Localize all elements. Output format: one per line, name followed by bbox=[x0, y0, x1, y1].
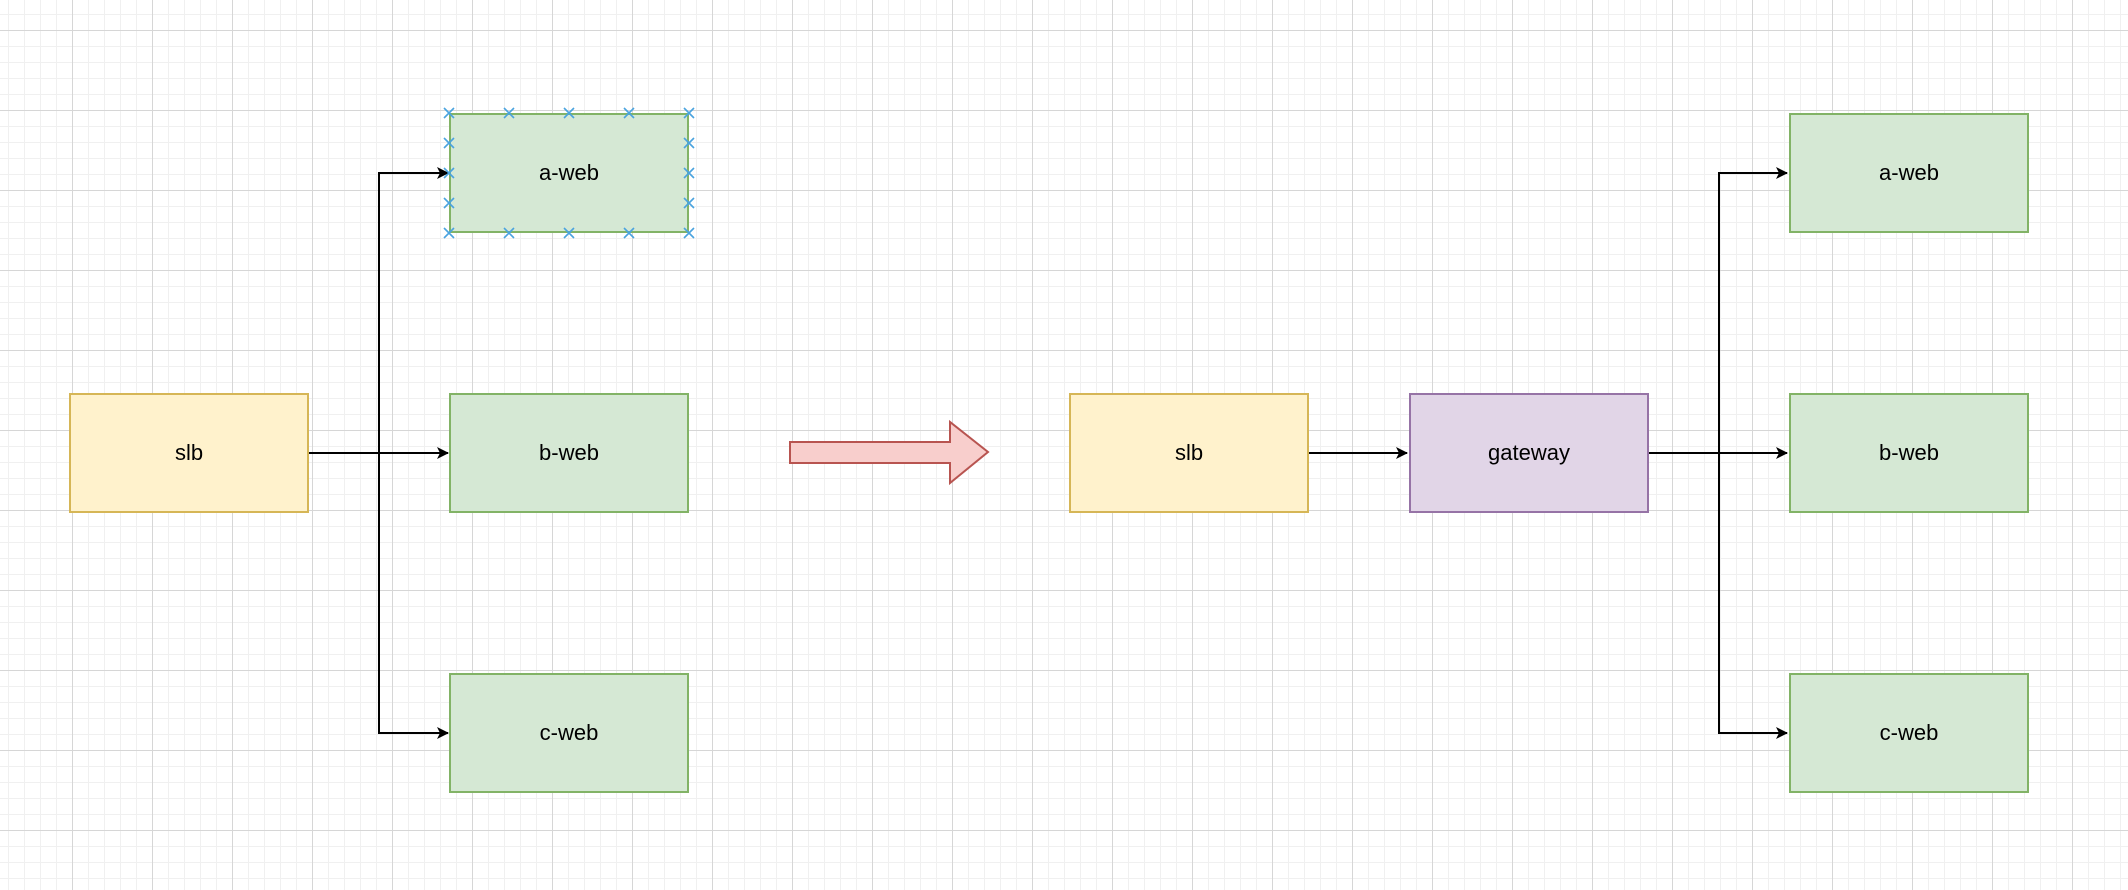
node-label: slb bbox=[1174, 440, 1204, 465]
node-label: b-web bbox=[1879, 440, 1939, 465]
edge-slb-to-c-web[interactable] bbox=[309, 452, 449, 739]
node-slb-after[interactable]: slb bbox=[1069, 393, 1309, 513]
edge-gateway-to-a-web[interactable] bbox=[1649, 167, 1788, 454]
node-b-web-after[interactable]: b-web bbox=[1789, 393, 2029, 513]
node-a-web-after[interactable]: a-web bbox=[1789, 113, 2029, 233]
edge-gateway-to-c-web[interactable] bbox=[1649, 452, 1788, 739]
node-label: a-web bbox=[1879, 160, 1939, 185]
diagram-canvas[interactable]: slb a-web b-web c-web slb gateway a-web … bbox=[0, 0, 2128, 890]
right-arrow-icon[interactable] bbox=[789, 419, 990, 486]
node-label: c-web bbox=[539, 720, 599, 745]
node-slb-before[interactable]: slb bbox=[69, 393, 309, 513]
node-a-web-before[interactable]: a-web bbox=[449, 113, 689, 233]
edge-slb-to-a-web[interactable] bbox=[309, 167, 449, 454]
node-label: gateway bbox=[1488, 440, 1570, 465]
node-c-web-before[interactable]: c-web bbox=[449, 673, 689, 793]
node-b-web-before[interactable]: b-web bbox=[449, 393, 689, 513]
node-label: a-web bbox=[539, 160, 599, 185]
node-label: b-web bbox=[539, 440, 599, 465]
node-label: c-web bbox=[1879, 720, 1939, 745]
node-gateway[interactable]: gateway bbox=[1409, 393, 1649, 513]
node-label: slb bbox=[174, 440, 204, 465]
node-c-web-after[interactable]: c-web bbox=[1789, 673, 2029, 793]
